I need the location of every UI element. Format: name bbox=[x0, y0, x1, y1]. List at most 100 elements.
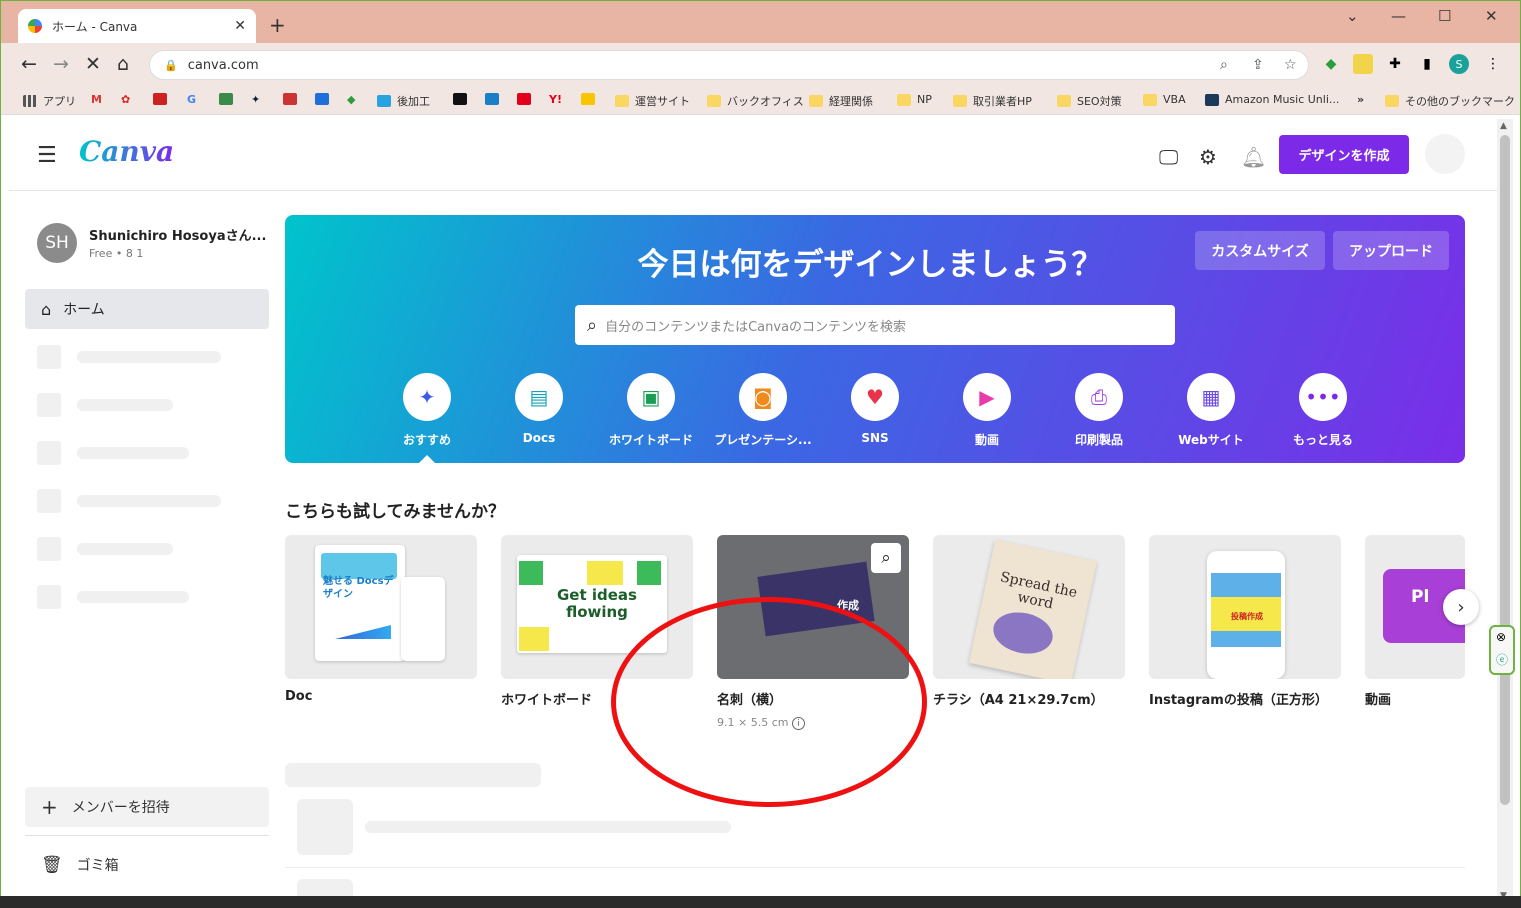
bookmark-folder-torihiki[interactable]: 取引業者HP bbox=[953, 93, 1032, 109]
sidebar-item-home[interactable]: ⌂ ホーム bbox=[25, 289, 269, 329]
tab-search-chevron-icon[interactable]: ⌄ bbox=[1346, 7, 1359, 25]
bookmark-folder-other[interactable]: その他のブックマーク bbox=[1385, 93, 1515, 109]
divider bbox=[25, 835, 269, 836]
upload-button[interactable]: アップロード bbox=[1333, 231, 1449, 270]
forward-icon[interactable]: → bbox=[53, 53, 69, 75]
bookmark-amazon-music[interactable]: Amazon Music Unli... bbox=[1205, 93, 1339, 106]
scroll-up-icon[interactable]: ▲ bbox=[1500, 121, 1507, 131]
category-print[interactable]: ⎙ 印刷製品 bbox=[1043, 373, 1155, 448]
gmail-icon[interactable]: M bbox=[91, 93, 102, 106]
bookmark-icon-cube[interactable] bbox=[219, 93, 239, 105]
bookmark-star-icon[interactable]: ☆ bbox=[1284, 57, 1297, 73]
page-scrollbar[interactable]: ▲ ▼ bbox=[1497, 119, 1513, 903]
notification-bell-icon[interactable]: 🔔︎ bbox=[1241, 145, 1266, 169]
more-bookmarks-icon[interactable]: » bbox=[1357, 93, 1364, 106]
scrollbar-thumb[interactable] bbox=[1500, 135, 1510, 805]
google-icon[interactable]: G bbox=[187, 93, 196, 106]
extension-e-icon[interactable]: ⓔ bbox=[1496, 651, 1508, 668]
more-icon: ••• bbox=[1299, 373, 1347, 421]
bookmark-icon-red[interactable]: ✿ bbox=[121, 93, 130, 106]
carousel-next-icon[interactable]: › bbox=[1443, 589, 1479, 625]
url-text: canva.com bbox=[187, 57, 259, 73]
invite-members-button[interactable]: + メンバーを招待 bbox=[25, 787, 269, 827]
bookmark-icon-animal[interactable] bbox=[453, 93, 473, 105]
minimize-icon[interactable]: — bbox=[1391, 7, 1406, 25]
browser-tab[interactable]: ホーム - Canva ✕ bbox=[18, 9, 256, 43]
home-icon[interactable]: ⌂ bbox=[117, 53, 129, 75]
new-tab-icon[interactable]: + bbox=[269, 13, 286, 37]
bookmark-folder-keiri[interactable]: 経理関係 bbox=[809, 93, 873, 109]
divider bbox=[285, 867, 1465, 868]
settings-gear-icon[interactable]: ⚙ bbox=[1199, 145, 1217, 169]
presentation-icon: ◙ bbox=[739, 373, 787, 421]
bookmark-folder-vba[interactable]: VBA bbox=[1143, 93, 1186, 106]
background-window-strip bbox=[0, 896, 1521, 908]
hamburger-menu-icon[interactable]: ☰ bbox=[37, 143, 57, 168]
bookmark-icon-jp[interactable] bbox=[283, 93, 303, 105]
loading-skeleton bbox=[77, 351, 221, 363]
bookmark-folder-backoffice[interactable]: バックオフィス bbox=[707, 93, 804, 109]
desktop-app-icon[interactable]: 🖵 bbox=[1159, 145, 1178, 169]
video-icon: ▶ bbox=[963, 373, 1011, 421]
bookmark-kakou[interactable]: 後加工 bbox=[377, 93, 430, 109]
category-recommended[interactable]: ✦ おすすめ bbox=[371, 373, 483, 448]
stop-loading-icon[interactable]: ✕ bbox=[85, 53, 101, 75]
user-plan: Free • 8 1 bbox=[89, 247, 144, 260]
bookmark-apps[interactable]: アプリ bbox=[23, 93, 76, 109]
search-input[interactable]: ⌕ 自分のコンテンツまたはCanvaのコンテンツを検索 bbox=[575, 305, 1175, 345]
category-more[interactable]: ••• もっと見る bbox=[1267, 373, 1379, 448]
close-window-icon[interactable]: ✕ bbox=[1485, 7, 1498, 25]
yahoo-icon[interactable]: Y! bbox=[549, 93, 562, 106]
category-video[interactable]: ▶ 動画 bbox=[931, 373, 1043, 448]
user-avatar[interactable]: SH bbox=[37, 223, 77, 263]
custom-size-button[interactable]: カスタムサイズ bbox=[1195, 231, 1325, 270]
trello-icon[interactable] bbox=[315, 93, 335, 105]
close-circle-icon[interactable]: ⊗ bbox=[1496, 630, 1506, 644]
template-card-flyer[interactable]: Spread the word チラシ（A4 21×29.7cm） bbox=[933, 535, 1125, 708]
evernote-extension-icon[interactable]: ◆ bbox=[1321, 54, 1341, 74]
bookmark-icon-figure[interactable]: ✦ bbox=[251, 93, 260, 106]
template-card-instagram[interactable]: 投稿作成 Instagramの投稿（正方形） bbox=[1149, 535, 1341, 708]
bookmark-folder-np[interactable]: NP bbox=[897, 93, 932, 106]
bookmark-folder-unei[interactable]: 運営サイト bbox=[615, 93, 690, 109]
user-name[interactable]: Shunichiro Hosoyaさん... bbox=[89, 225, 266, 244]
preview-search-icon[interactable]: ⌕ bbox=[871, 543, 901, 573]
maximize-icon[interactable]: ☐ bbox=[1438, 7, 1451, 25]
account-avatar[interactable] bbox=[1425, 134, 1465, 174]
address-bar[interactable]: 🔒 canva.com ⌕ ⇪ ☆ bbox=[149, 50, 1309, 80]
evernote-icon[interactable]: ◆ bbox=[347, 93, 355, 106]
close-tab-icon[interactable]: ✕ bbox=[234, 18, 246, 34]
paypay-icon[interactable] bbox=[517, 93, 537, 105]
extensions-puzzle-icon[interactable]: ✚ bbox=[1385, 54, 1405, 74]
side-panel-icon[interactable]: ▮ bbox=[1417, 54, 1437, 74]
loading-skeleton bbox=[285, 763, 541, 787]
search-page-icon[interactable]: ⌕ bbox=[1220, 57, 1228, 73]
category-presentation[interactable]: ◙ プレゼンテーシ... bbox=[707, 373, 819, 448]
template-card-doc[interactable]: 魅せる Docsデザイン Doc bbox=[285, 535, 477, 704]
sidebar-item-trash[interactable]: 🗑︎ ゴミ箱 bbox=[41, 855, 119, 875]
bookmark-folder-seo[interactable]: SEO対策 bbox=[1057, 93, 1122, 109]
printer-icon: ⎙ bbox=[1075, 373, 1123, 421]
yamato-icon[interactable] bbox=[581, 93, 601, 105]
extension-icon[interactable] bbox=[1353, 54, 1373, 74]
search-placeholder: 自分のコンテンツまたはCanvaのコンテンツを検索 bbox=[605, 319, 907, 335]
profile-avatar[interactable]: S bbox=[1449, 54, 1469, 74]
loading-skeleton bbox=[37, 585, 61, 609]
category-docs[interactable]: ▤ Docs bbox=[483, 373, 595, 445]
bookmark-icon-red-box[interactable] bbox=[153, 93, 173, 105]
create-design-button[interactable]: デザインを作成 bbox=[1279, 135, 1409, 174]
loading-skeleton bbox=[77, 495, 221, 507]
category-website[interactable]: ▦ Webサイト bbox=[1155, 373, 1267, 448]
plus-icon: + bbox=[41, 795, 58, 819]
share-icon[interactable]: ⇪ bbox=[1252, 57, 1264, 73]
back-icon[interactable]: ← bbox=[21, 53, 37, 75]
title-bar: ホーム - Canva ✕ + ⌄ — ☐ ✕ bbox=[1, 1, 1520, 43]
menu-kebab-icon[interactable]: ⋮ bbox=[1483, 54, 1503, 74]
category-sns[interactable]: ♥ SNS bbox=[819, 373, 931, 445]
folder-icon bbox=[615, 95, 629, 107]
bookmark-icon-blue[interactable] bbox=[485, 93, 505, 105]
canva-logo[interactable]: Canva bbox=[79, 135, 174, 168]
side-extension-panel[interactable]: ⊗ ⓔ bbox=[1489, 625, 1515, 675]
category-whiteboard[interactable]: ▣ ホワイトボード bbox=[595, 373, 707, 448]
sidebar-item-label: ホーム bbox=[63, 302, 105, 318]
